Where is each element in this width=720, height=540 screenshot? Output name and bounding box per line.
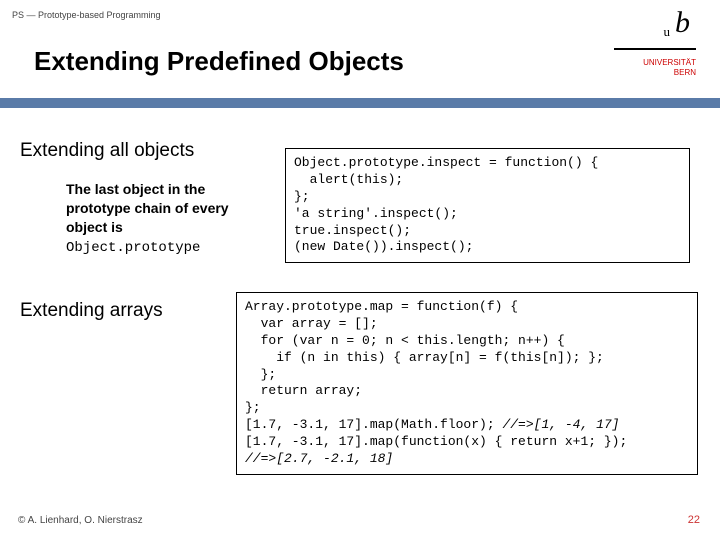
code-line: (new Date()).inspect();	[294, 239, 473, 254]
logo-divider	[614, 48, 696, 50]
body-text: The last object in the prototype chain o…	[66, 181, 229, 235]
section-heading-extending-arrays: Extending arrays	[20, 300, 163, 322]
code-line: };	[245, 367, 276, 382]
code-line: [1.7, -3.1, 17].map(function(x) { return…	[245, 434, 627, 449]
logo-uni-line2: BERN	[674, 68, 696, 77]
logo-text: UNIVERSITÄT BERN	[643, 58, 696, 77]
footer-copyright: © A. Lienhard, O. Nierstrasz	[18, 515, 143, 526]
code-line: 'a string'.inspect();	[294, 206, 458, 221]
code-line: [1.7, -3.1, 17].map(Math.floor);	[245, 417, 502, 432]
code-line: return array;	[245, 383, 362, 398]
code-line: };	[294, 189, 310, 204]
code-line: var array = [];	[245, 316, 378, 331]
section-body-extending-objects: The last object in the prototype chain o…	[66, 180, 236, 258]
code-line: for (var n = 0; n < this.length; n++) {	[245, 333, 565, 348]
code-block-array-prototype: Array.prototype.map = function(f) { var …	[236, 292, 698, 475]
logo-letter-b: b	[675, 6, 690, 40]
code-line: alert(this);	[294, 172, 403, 187]
code-line: };	[245, 400, 261, 415]
code-comment: //=>[2.7, -2.1, 18]	[245, 451, 393, 466]
section-heading-extending-objects: Extending all objects	[20, 140, 194, 162]
code-line: true.inspect();	[294, 223, 411, 238]
page-title: Extending Predefined Objects	[34, 46, 404, 77]
body-mono: Object.prototype	[66, 240, 200, 256]
code-line: Array.prototype.map = function(f) {	[245, 299, 518, 314]
code-block-object-prototype: Object.prototype.inspect = function() { …	[285, 148, 690, 263]
title-accent-bar	[0, 98, 720, 108]
breadcrumb: PS — Prototype-based Programming	[12, 10, 161, 20]
logo-letter-u: u	[664, 24, 671, 40]
code-comment: //=>[1, -4, 17]	[502, 417, 619, 432]
code-line: if (n in this) { array[n] = f(this[n]); …	[245, 350, 604, 365]
slide: PS — Prototype-based Programming b u UNI…	[0, 0, 720, 540]
code-line: Object.prototype.inspect = function() {	[294, 155, 598, 170]
university-logo: b u UNIVERSITÄT BERN	[614, 6, 696, 94]
page-number: 22	[688, 514, 700, 526]
logo-uni-line1: UNIVERSITÄT	[643, 58, 696, 67]
